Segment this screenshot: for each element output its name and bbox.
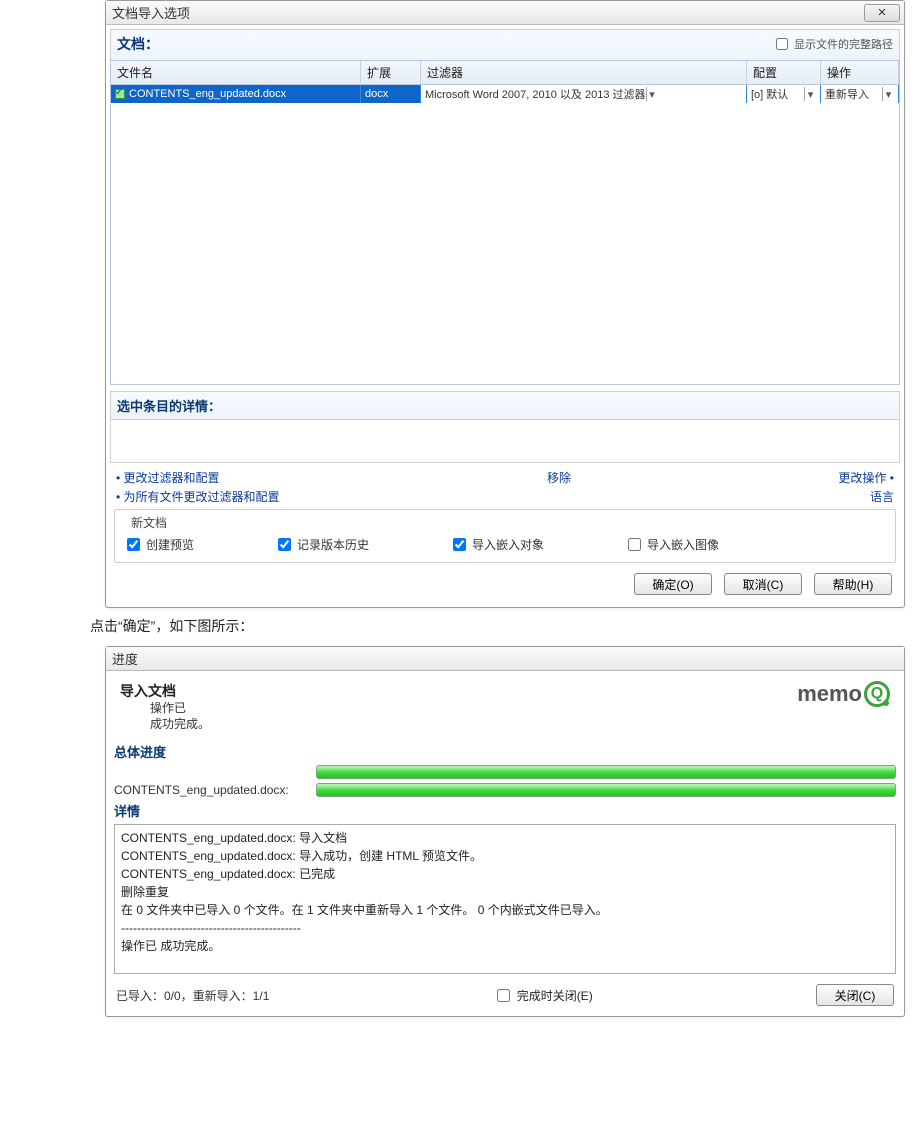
chevron-down-icon[interactable]: ▾ xyxy=(646,87,658,101)
cell-config[interactable]: [o] 默认 ▾ xyxy=(747,85,821,103)
dialog-buttons: 确定(O) 取消(C) 帮助(H) xyxy=(110,567,900,603)
cell-filter[interactable]: Microsoft Word 2007, 2010 以及 2013 过滤器 ▾ xyxy=(421,85,747,103)
cell-op[interactable]: 重新导入 ▾ xyxy=(821,85,899,103)
cell-op-text: 重新导入 xyxy=(825,86,869,102)
cell-ext: docx xyxy=(361,85,421,103)
footer-summary: 已导入：0/0，重新导入：1/1 xyxy=(116,987,269,1004)
progress-dialog: 进度 导入文档 操作已 成功完成。 memo Q 总体进度 xyxy=(105,646,905,1017)
cbx-record-history-label: 记录版本历史 xyxy=(297,536,369,553)
link-language[interactable]: 语言 xyxy=(870,488,894,505)
ok-button[interactable]: 确定(O) xyxy=(634,573,712,595)
details-label: 详情 xyxy=(114,801,896,820)
new-document-legend: 新文档 xyxy=(127,514,171,531)
caption-text: 点击“确定”，如下图所示： xyxy=(90,616,920,636)
import-options-dialog: 文档导入选项 ✕ 文档： 显示文件的完整路径 文件名 扩展 过滤器 配置 操作 xyxy=(105,0,905,608)
progress-footer: 已导入：0/0，重新导入：1/1 完成时关闭(E) 关闭(C) xyxy=(114,974,896,1006)
cell-filename: CONTENTS_eng_updated.docx xyxy=(111,85,361,103)
links-row: 更改过滤器和配置 为所有文件更改过滤器和配置 移除 更改操作 语言 xyxy=(110,463,900,507)
table-row[interactable]: CONTENTS_eng_updated.docx docx Microsoft… xyxy=(111,85,899,103)
cbx-import-embed-img[interactable]: 导入嵌入图像 xyxy=(624,535,719,554)
show-full-path-checkbox[interactable]: 显示文件的完整路径 xyxy=(772,35,893,53)
cell-config-text: [o] 默认 xyxy=(751,86,788,102)
progress-header: 导入文档 操作已 成功完成。 memo Q xyxy=(114,677,896,738)
link-change-filter[interactable]: 更改过滤器和配置 xyxy=(116,469,280,486)
op-sub1: 操作已 xyxy=(150,701,210,717)
cell-filename-text: CONTENTS_eng_updated.docx xyxy=(129,88,286,100)
link-remove[interactable]: 移除 xyxy=(547,469,571,486)
chevron-down-icon[interactable]: ▾ xyxy=(882,87,894,101)
link-change-op[interactable]: 更改操作 xyxy=(838,469,894,486)
dialog-titlebar: 文档导入选项 ✕ xyxy=(106,1,904,25)
close-button[interactable]: ✕ xyxy=(864,4,900,22)
col-filename[interactable]: 文件名 xyxy=(111,61,361,84)
show-full-path-input[interactable] xyxy=(776,38,788,50)
documents-section-header: 文档： 显示文件的完整路径 xyxy=(110,29,900,60)
close-icon: ✕ xyxy=(877,6,886,19)
check-icon xyxy=(115,89,125,99)
cbx-import-embed-obj[interactable]: 导入嵌入对象 xyxy=(449,535,544,554)
show-full-path-label: 显示文件的完整路径 xyxy=(794,36,893,52)
documents-label: 文档： xyxy=(117,34,159,54)
cbx-import-embed-obj-input[interactable] xyxy=(453,538,466,551)
detail-line: 删除重复 xyxy=(121,883,889,901)
cbx-import-embed-img-input[interactable] xyxy=(628,538,641,551)
detail-line: CONTENTS_eng_updated.docx: 导入文档 xyxy=(121,829,889,847)
memoq-q-icon: Q xyxy=(864,681,890,707)
dialog-title: 文档导入选项 xyxy=(112,3,190,22)
detail-line: CONTENTS_eng_updated.docx: 导入成功，创建 HTML … xyxy=(121,847,889,865)
close-on-finish-input[interactable] xyxy=(497,989,510,1002)
cbx-import-embed-obj-label: 导入嵌入对象 xyxy=(472,536,544,553)
op-sub2: 成功完成。 xyxy=(150,717,210,733)
file-progress-bar xyxy=(316,783,896,797)
selected-detail-box xyxy=(110,419,900,463)
cbx-record-history[interactable]: 记录版本历史 xyxy=(274,535,369,554)
memoq-logo: memo Q xyxy=(797,681,890,707)
detail-line: CONTENTS_eng_updated.docx: 已完成 xyxy=(121,865,889,883)
col-ext[interactable]: 扩展 xyxy=(361,61,421,84)
file-progress-row: CONTENTS_eng_updated.docx: xyxy=(114,783,896,797)
detail-line: 在 0 文件夹中已导入 0 个文件。在 1 文件夹中重新导入 1 个文件。 0 … xyxy=(121,901,889,919)
cbx-create-preview-label: 创建预览 xyxy=(146,536,194,553)
dialog-title: 进度 xyxy=(112,649,138,668)
overall-progress-bar xyxy=(316,765,896,779)
col-op[interactable]: 操作 xyxy=(821,61,899,84)
close-on-finish-label: 完成时关闭(E) xyxy=(517,987,593,1004)
file-progress-label: CONTENTS_eng_updated.docx: xyxy=(114,783,310,797)
close-on-finish-checkbox[interactable]: 完成时关闭(E) xyxy=(493,986,593,1005)
col-config[interactable]: 配置 xyxy=(747,61,821,84)
cbx-record-history-input[interactable] xyxy=(278,538,291,551)
chevron-down-icon[interactable]: ▾ xyxy=(804,87,816,101)
table-header: 文件名 扩展 过滤器 配置 操作 xyxy=(110,60,900,85)
overall-progress-row xyxy=(114,765,896,779)
cancel-button[interactable]: 取消(C) xyxy=(724,573,802,595)
dialog-titlebar: 进度 xyxy=(106,647,904,671)
detail-line: 操作已 成功完成。 xyxy=(121,937,889,955)
overall-label: 总体进度 xyxy=(114,742,896,761)
link-change-all[interactable]: 为所有文件更改过滤器和配置 xyxy=(116,488,280,505)
op-title: 导入文档 xyxy=(120,681,210,701)
table-body: CONTENTS_eng_updated.docx docx Microsoft… xyxy=(110,85,900,385)
cbx-create-preview-input[interactable] xyxy=(127,538,140,551)
memoq-text: memo xyxy=(797,681,862,707)
selected-detail-label: 选中条目的详情： xyxy=(110,391,900,419)
cbx-import-embed-img-label: 导入嵌入图像 xyxy=(647,536,719,553)
cell-filter-text: Microsoft Word 2007, 2010 以及 2013 过滤器 xyxy=(425,86,646,102)
new-document-group: 新文档 创建预览 记录版本历史 导入嵌入对象 xyxy=(114,509,896,563)
details-box[interactable]: CONTENTS_eng_updated.docx: 导入文档 CONTENTS… xyxy=(114,824,896,974)
col-filter[interactable]: 过滤器 xyxy=(421,61,747,84)
close-button[interactable]: 关闭(C) xyxy=(816,984,894,1006)
help-button[interactable]: 帮助(H) xyxy=(814,573,892,595)
cbx-create-preview[interactable]: 创建预览 xyxy=(123,535,194,554)
detail-line: ----------------------------------------… xyxy=(121,919,889,937)
